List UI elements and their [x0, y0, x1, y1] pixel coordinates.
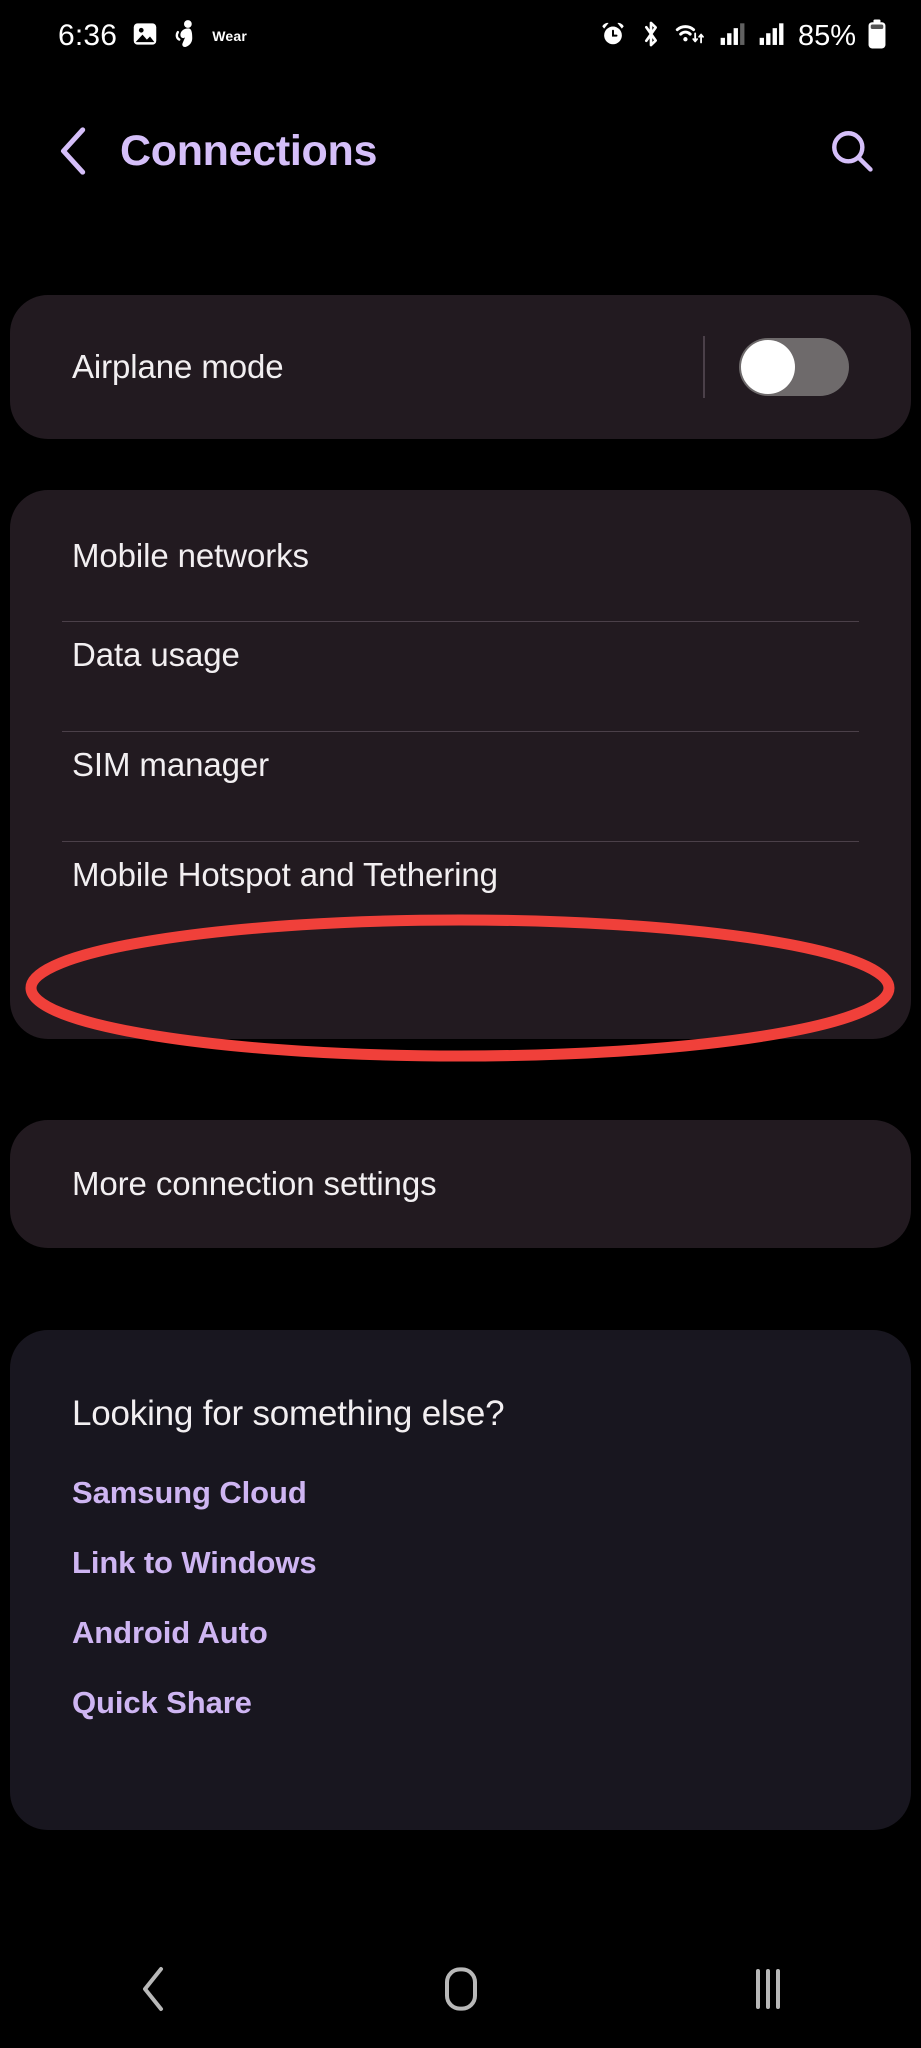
battery-icon	[867, 19, 887, 54]
row-mobile-hotspot-and-tethering[interactable]: Mobile Hotspot and Tethering	[10, 820, 911, 930]
airplane-mode-card: Airplane mode	[10, 295, 911, 439]
airplane-toggle-wrap	[703, 295, 849, 439]
system-navigation-bar	[0, 1930, 921, 2048]
link-android-auto[interactable]: Android Auto	[10, 1615, 330, 1651]
status-bar-left: 6:36 Wear	[58, 19, 247, 54]
wear-figure-icon	[173, 19, 199, 54]
search-button[interactable]	[821, 120, 883, 182]
lfs-link-row: Link to Windows	[10, 1528, 911, 1598]
more-connection-settings-card: More connection settings	[10, 1120, 911, 1248]
wear-label: Wear	[212, 28, 247, 44]
network-settings-card: Mobile networks Data usage SIM manager M…	[10, 490, 911, 1039]
status-bar-right: 85%	[599, 19, 887, 54]
search-icon	[832, 131, 873, 172]
airplane-mode-row[interactable]: Airplane mode	[10, 295, 911, 439]
nav-recents-button[interactable]	[708, 1930, 828, 2048]
lfs-link-row: Quick Share	[10, 1668, 911, 1738]
row-data-usage[interactable]: Data usage	[10, 600, 911, 710]
bluetooth-icon	[638, 20, 664, 53]
header-back-button[interactable]	[46, 122, 104, 180]
phone-screen: 6:36 Wear 85% Connections Airplane mode …	[0, 0, 921, 2048]
alarm-icon	[599, 20, 627, 53]
signal-bars-sim1-icon	[720, 21, 748, 52]
gallery-image-icon	[130, 19, 160, 54]
battery-percent-label: 85%	[797, 19, 856, 52]
looking-for-something-else-title: Looking for something else?	[72, 1394, 505, 1433]
link-quick-share[interactable]: Quick Share	[10, 1685, 314, 1721]
nav-back-button[interactable]	[94, 1930, 214, 2048]
nav-home-button[interactable]	[401, 1930, 521, 2048]
back-icon	[142, 1967, 163, 2011]
status-bar: 6:36 Wear 85%	[0, 0, 921, 72]
row-sim-manager[interactable]: SIM manager	[10, 710, 911, 820]
row-label: Mobile Hotspot and Tethering	[72, 856, 498, 893]
row-label: More connection settings	[72, 1165, 437, 1202]
recents-icon	[755, 1969, 780, 2009]
chevron-left-icon	[60, 127, 86, 175]
row-label: SIM manager	[72, 746, 269, 783]
lfs-link-row: Android Auto	[10, 1598, 911, 1668]
app-header: Connections	[0, 105, 921, 197]
status-clock: 6:36	[58, 19, 118, 52]
link-samsung-cloud[interactable]: Samsung Cloud	[10, 1475, 369, 1511]
link-link-to-windows[interactable]: Link to Windows	[10, 1545, 378, 1581]
looking-for-something-else-card: Looking for something else? Samsung Clou…	[10, 1330, 911, 1830]
row-mobile-networks[interactable]: Mobile networks	[10, 490, 911, 600]
row-label: Data usage	[72, 636, 240, 673]
home-icon	[444, 1967, 477, 2011]
airplane-mode-toggle[interactable]	[739, 338, 849, 396]
row-more-connection-settings[interactable]: More connection settings	[10, 1120, 911, 1248]
lfs-title-wrap: Looking for something else?	[10, 1330, 911, 1434]
toggle-thumb	[741, 340, 795, 394]
signal-bars-sim2-icon	[759, 21, 787, 52]
row-label: Mobile networks	[72, 537, 309, 574]
page-title: Connections	[120, 126, 378, 175]
airplane-mode-label: Airplane mode	[72, 348, 284, 385]
lfs-link-row: Samsung Cloud	[10, 1458, 911, 1528]
toggle-separator	[703, 336, 705, 398]
wifi-data-icon	[675, 20, 709, 53]
